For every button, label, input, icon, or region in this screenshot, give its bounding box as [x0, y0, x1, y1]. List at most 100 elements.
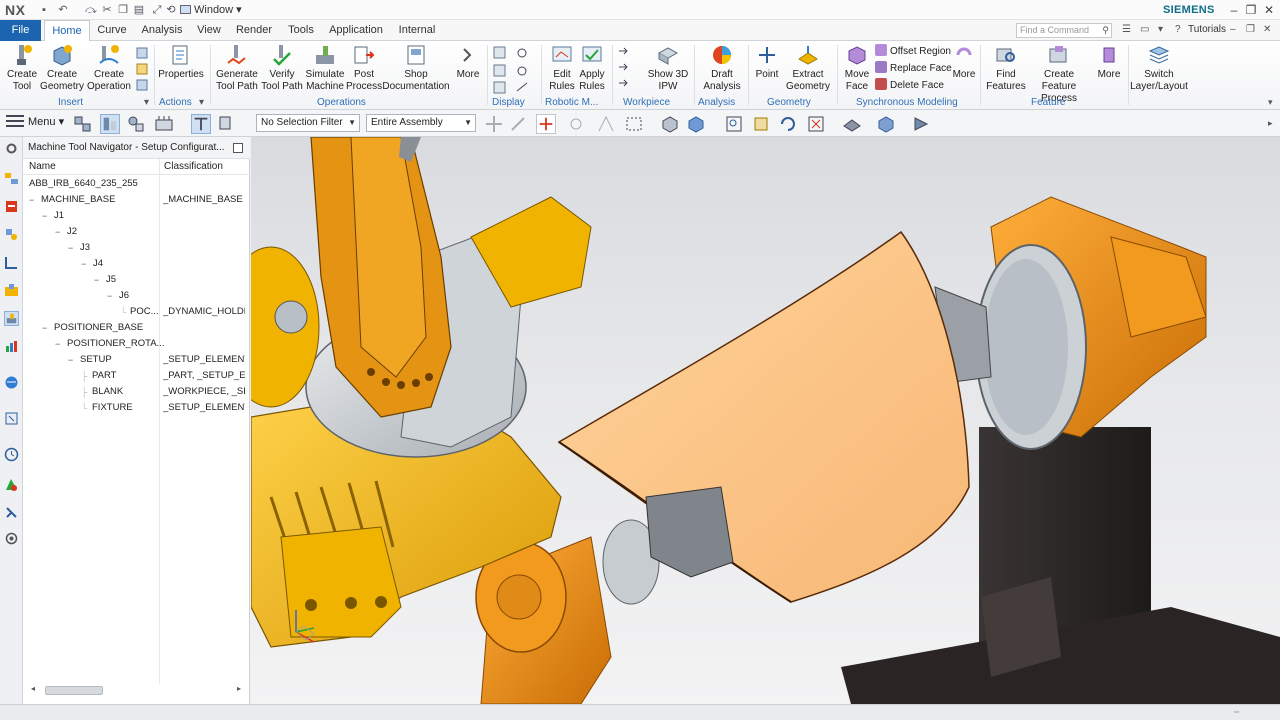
tree-row-j2[interactable]: − J2: [23, 224, 250, 240]
tree-row-part[interactable]: ├ PART _PART, _SETUP_ELE: [23, 368, 250, 384]
collapse-icon[interactable]: −: [55, 336, 60, 352]
web-browser-icon[interactable]: [4, 375, 19, 390]
tree-row-j4[interactable]: − J4: [23, 256, 250, 272]
collapse-icon[interactable]: −: [68, 240, 73, 256]
show-3d-ipw-button[interactable]: Show 3D IPW: [647, 43, 689, 93]
reuse-library-icon[interactable]: [4, 255, 19, 270]
tb-navigator-icon-2[interactable]: [100, 114, 120, 134]
undo-icon[interactable]: ↶: [56, 3, 70, 17]
restore-icon[interactable]: ❐: [1243, 2, 1259, 18]
tab-home[interactable]: Home: [44, 20, 90, 42]
tree-row-j5[interactable]: − J5: [23, 272, 250, 288]
create-feature-process-button[interactable]: Create Feature Process: [1027, 43, 1091, 105]
offset-region-button[interactable]: Offset Region: [875, 44, 951, 58]
collapse-icon[interactable]: −: [42, 208, 47, 224]
display-tools-icon[interactable]: [493, 45, 537, 95]
tree-row-fixture[interactable]: └ FIXTURE _SETUP_ELEMENT: [23, 400, 250, 416]
graphics-viewport[interactable]: [251, 137, 1280, 704]
pin-icon[interactable]: [233, 143, 243, 153]
simulate-machine-button[interactable]: Simulate Machine: [304, 43, 346, 93]
theme-icon[interactable]: ▾: [1158, 24, 1163, 35]
insert-small-icon-3[interactable]: [136, 79, 148, 91]
machine-tool-navigator-icon[interactable]: [4, 311, 19, 326]
apply-rules-button[interactable]: Apply Rules: [576, 43, 608, 93]
status-resize-icon[interactable]: ⇔: [1232, 706, 1241, 716]
operation-navigator-icon[interactable]: [4, 283, 19, 298]
settings-icon[interactable]: [4, 141, 19, 156]
operations-more-button[interactable]: More: [452, 43, 484, 81]
tree-row-j3[interactable]: − J3: [23, 240, 250, 256]
generate-tool-path-button[interactable]: Generate Tool Path: [214, 43, 260, 93]
window-menu[interactable]: Window ▾: [180, 2, 242, 18]
history-icon[interactable]: [4, 411, 19, 426]
command-search-input[interactable]: Find a Command ⚲: [1016, 23, 1112, 38]
tab-tools[interactable]: Tools: [282, 20, 320, 41]
properties-button[interactable]: Properties: [158, 43, 204, 81]
chart-icon[interactable]: [4, 339, 19, 354]
post-process-button[interactable]: Post Process: [346, 43, 382, 93]
tree-row-positioner-rotary[interactable]: − POSITIONER_ROTA...: [23, 336, 250, 352]
collapse-icon[interactable]: −: [81, 256, 86, 272]
doc-close-icon[interactable]: ✕: [1263, 24, 1271, 35]
tree-row-machine-base[interactable]: − MACHINE_BASE _MACHINE_BASE: [23, 192, 250, 208]
scroll-left-icon[interactable]: ◂: [31, 684, 35, 693]
repeat-icon[interactable]: ⤼: [84, 3, 98, 17]
insert-small-icon-2[interactable]: [136, 63, 148, 75]
ribbon-collapse-icon[interactable]: ▾: [1268, 97, 1273, 108]
tb-navigator-icon-1[interactable]: [73, 114, 93, 134]
doc-minimize-icon[interactable]: –: [1230, 24, 1236, 35]
tree-row-j6[interactable]: − J6: [23, 288, 250, 304]
switch-layer-layout-button[interactable]: Switch Layer/Layout: [1130, 43, 1188, 93]
tree-row-setup[interactable]: − SETUP _SETUP_ELEMENT: [23, 352, 250, 368]
tb-filter-icon-2[interactable]: [217, 114, 237, 134]
find-features-button[interactable]: Find Features: [985, 43, 1027, 93]
create-operation-button[interactable]: Create Operation: [86, 43, 132, 93]
delete-face-button[interactable]: Delete Face: [875, 78, 944, 92]
tb-rotate-icon[interactable]: [778, 114, 798, 134]
assembly-navigator-icon[interactable]: [4, 171, 19, 186]
3d-scene[interactable]: [251, 137, 1280, 704]
collapse-icon[interactable]: −: [94, 272, 99, 288]
create-tool-button[interactable]: Create Tool: [5, 43, 39, 93]
collapse-icon[interactable]: −: [107, 288, 112, 304]
insert-small-icon-1[interactable]: [136, 47, 148, 59]
tb-select-box-icon[interactable]: [624, 114, 644, 134]
tb-snap-icon-1[interactable]: [484, 114, 504, 134]
tab-view[interactable]: View: [192, 20, 226, 41]
tb-shaded-icon[interactable]: [660, 114, 680, 134]
tree-row-j1[interactable]: − J1: [23, 208, 250, 224]
assembly-scope-dropdown[interactable]: Entire Assembly ▼: [366, 114, 476, 132]
tab-file[interactable]: File: [0, 20, 41, 41]
tb-snap-icon-4[interactable]: [596, 114, 616, 134]
minimize-icon[interactable]: –: [1226, 2, 1242, 18]
close-icon[interactable]: ✕: [1261, 2, 1277, 18]
tab-curve[interactable]: Curve: [92, 20, 132, 41]
tb-zoom-icon[interactable]: [724, 114, 744, 134]
collapse-icon[interactable]: −: [42, 320, 47, 336]
palette-icon[interactable]: [4, 477, 19, 492]
column-classification-header[interactable]: Classification: [164, 159, 223, 175]
tb-navigator-icon-4[interactable]: [154, 114, 174, 134]
collapse-icon[interactable]: −: [55, 224, 60, 240]
edit-rules-button[interactable]: Edit Rules: [546, 43, 578, 93]
collapse-icon[interactable]: −: [29, 192, 34, 208]
create-geometry-button[interactable]: Create Geometry: [40, 43, 84, 93]
replace-face-button[interactable]: Replace Face: [875, 61, 952, 75]
save-icon[interactable]: ▪: [37, 3, 51, 17]
window-cascade-icon[interactable]: ▭: [1140, 24, 1149, 35]
tree-row-pocket[interactable]: └ POC... _DYNAMIC_HOLDE: [23, 304, 250, 320]
touch-mode-icon[interactable]: ⤢: [150, 3, 164, 17]
tb-snap-icon-2[interactable]: [508, 114, 528, 134]
tab-render[interactable]: Render: [232, 20, 276, 41]
tb-view-icon[interactable]: [876, 114, 896, 134]
tutorials-link[interactable]: Tutorials: [1188, 24, 1226, 35]
tree-row-positioner-base[interactable]: − POSITIONER_BASE: [23, 320, 250, 336]
toolbar-overflow-icon[interactable]: ▸: [1268, 118, 1273, 129]
extract-geometry-button[interactable]: Extract Geometry: [784, 43, 832, 93]
system-materials-icon[interactable]: [4, 531, 19, 546]
tb-snap-point-icon[interactable]: [536, 114, 556, 134]
sync-more-button[interactable]: More: [951, 43, 977, 81]
switch-window-icon[interactable]: ⟲: [164, 3, 178, 17]
column-name-header[interactable]: Name: [29, 159, 56, 175]
shop-documentation-button[interactable]: Shop Documentation: [382, 43, 450, 93]
